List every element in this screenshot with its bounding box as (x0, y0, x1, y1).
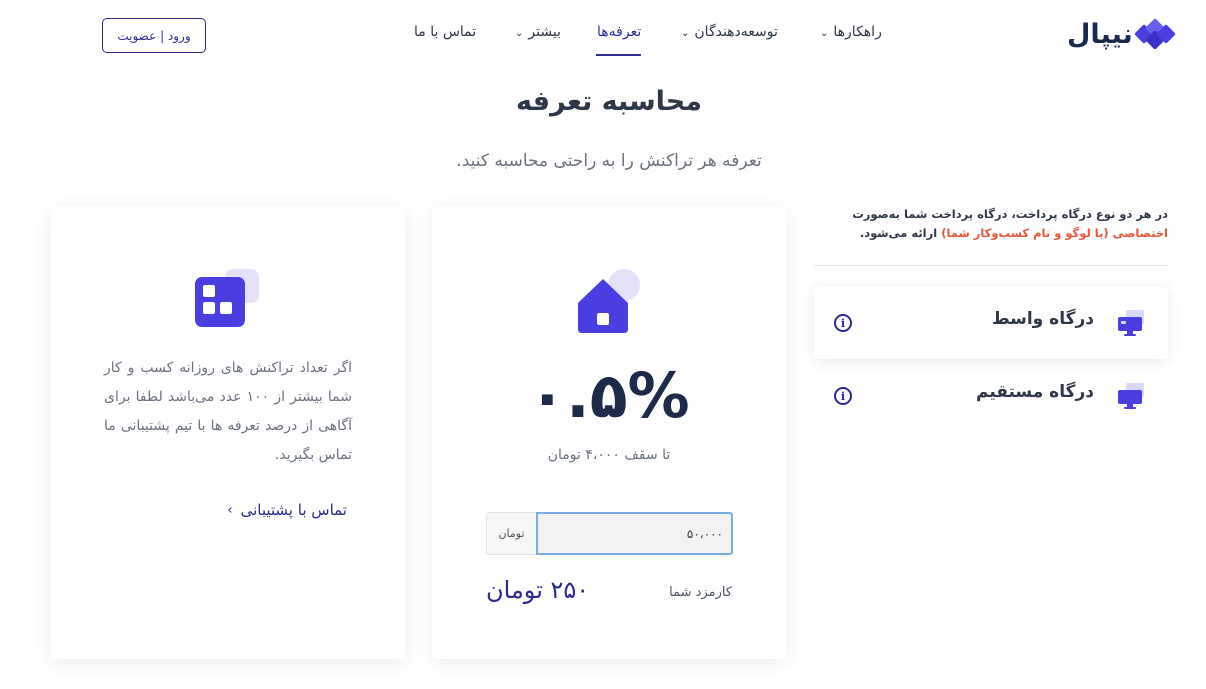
enterprise-card: اگر تعداد تراکنش های روزانه کسب و کار شم… (51, 207, 405, 659)
amount-unit: تومان (486, 512, 536, 555)
logo[interactable]: نیپال (1067, 18, 1176, 50)
nav-item-developers[interactable]: توسعه‌دهندگان ⌄ (681, 24, 778, 40)
gateway-option-intermediary[interactable]: درگاه واسط i (814, 287, 1168, 359)
divider (814, 265, 1168, 266)
nav-item-label: تعرفه‌ها (597, 24, 642, 40)
chevron-down-icon: ⌄ (681, 27, 690, 39)
page-title: محاسبه تعرفه (516, 86, 702, 117)
gateway-label: درگاه مستقیم (975, 382, 1094, 402)
gateway-option-direct[interactable]: درگاه مستقیم i (814, 360, 1168, 432)
chevron-down-icon: ⌄ (820, 27, 829, 39)
fee-value: ۲۵۰ تومان (486, 576, 590, 604)
rate-cap: تا سقف ۴،۰۰۰ تومان (547, 447, 671, 463)
fee-label: کارمزد شما (669, 585, 732, 600)
info-icon[interactable]: i (834, 314, 852, 332)
login-signup-button[interactable]: ورود | عضویت (102, 18, 206, 53)
calculator-card: ۰.۵% تا سقف ۴،۰۰۰ تومان تومان کارمزد شما… (432, 207, 786, 659)
chevron-left-icon: › (227, 502, 233, 518)
grid-icon (195, 269, 259, 327)
nav-item-contact[interactable]: تماس با ما (414, 24, 476, 40)
nav-item-label: توسعه‌دهندگان (694, 24, 778, 40)
enterprise-description: اگر تعداد تراکنش های روزانه کسب و کار شم… (104, 360, 352, 463)
gateway-note-accent: اختصاصی (با لوگو و نام کسب‌وکار شما) (941, 226, 1168, 240)
page-subtitle: تعرفه هر تراکنش را به راحتی محاسبه کنید. (456, 151, 762, 171)
monitor-icon (1118, 310, 1144, 336)
amount-input-group: تومان (486, 512, 733, 555)
gateway-note-text: در هر دو نوع درگاه پرداخت، درگاه پرداخت … (852, 207, 1168, 221)
nav-item-label: راهکارها (833, 24, 882, 40)
nav-item-more[interactable]: بیشتر ⌄ (515, 24, 561, 40)
gateway-label: درگاه واسط (991, 309, 1094, 329)
logo-mark-icon (1133, 18, 1176, 50)
nav-item-label: بیشتر (528, 24, 561, 40)
logo-text: نیپال (1067, 18, 1134, 50)
rate-value: ۰.۵% (528, 359, 690, 432)
nav-item-pricing[interactable]: تعرفه‌ها (597, 24, 641, 40)
nav-active-indicator (596, 54, 641, 56)
gateway-note: در هر دو نوع درگاه پرداخت، درگاه پرداخت … (814, 205, 1168, 243)
info-icon[interactable]: i (834, 387, 852, 405)
contact-support-link[interactable]: تماس با پشتیبانی › (104, 501, 347, 519)
nav-item-solutions[interactable]: راهکارها ⌄ (820, 24, 882, 40)
home-icon (578, 269, 640, 333)
amount-input[interactable] (536, 512, 733, 555)
nav-item-label: تماس با ما (414, 24, 477, 40)
monitor-icon (1118, 383, 1144, 409)
gateway-note-end: ارائه می‌شود. (859, 226, 942, 240)
contact-support-label: تماس با پشتیبانی (240, 501, 347, 519)
chevron-down-icon: ⌄ (515, 27, 524, 39)
